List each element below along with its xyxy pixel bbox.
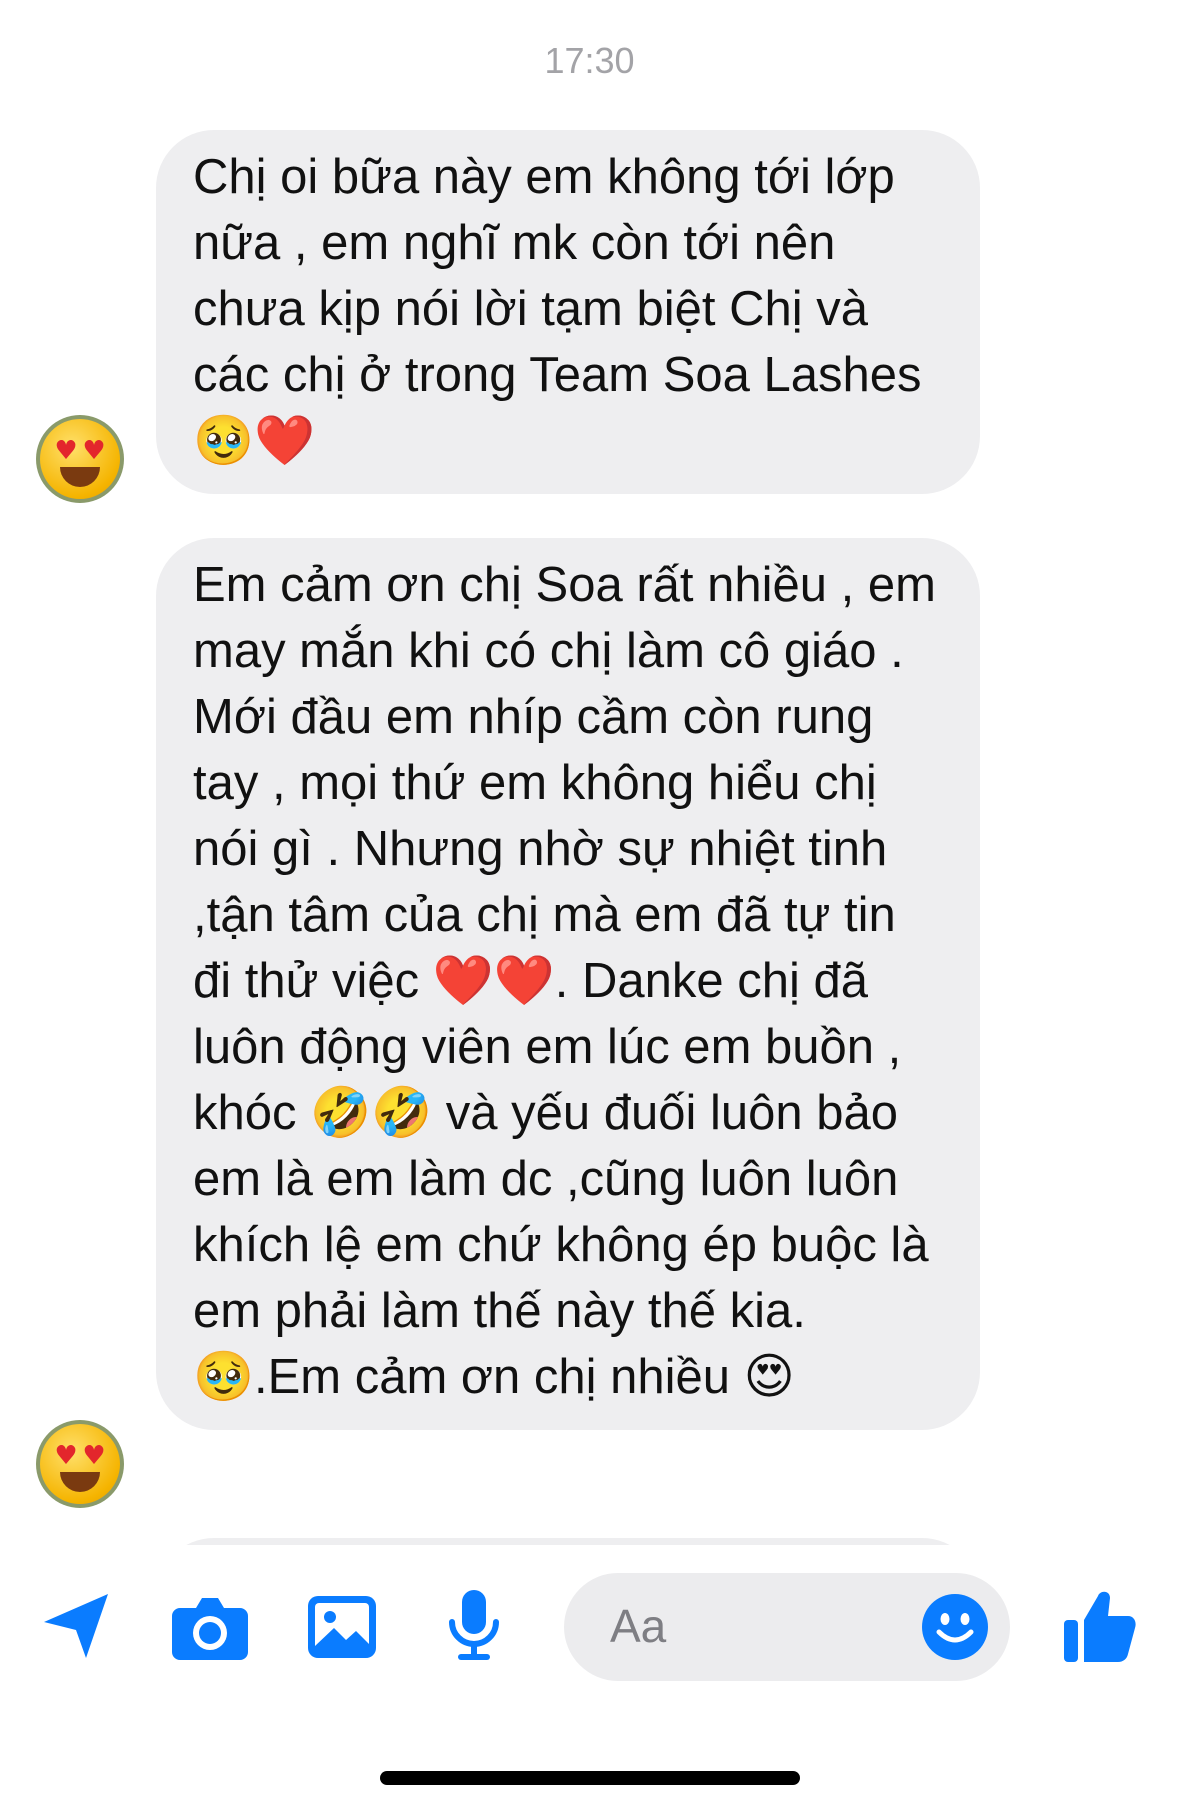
smile-icon[interactable]	[922, 1594, 988, 1660]
heart-eyes-face-icon: ♥ ♥	[40, 419, 120, 499]
home-indicator[interactable]	[380, 1771, 800, 1785]
microphone-icon[interactable]	[446, 1590, 502, 1662]
heart-eyes-face-icon: ♥ ♥	[40, 1424, 120, 1504]
camera-icon[interactable]	[172, 1594, 248, 1660]
message-text: Chị oi bữa này em không tới lớp nữa , em…	[193, 150, 936, 468]
timestamp: 17:30	[544, 40, 635, 81]
message-bubble[interactable]: Chị oi bữa này em không tới lớp nữa , em…	[156, 130, 980, 494]
thumbs-up-icon[interactable]	[1064, 1588, 1136, 1662]
paper-plane-icon[interactable]	[40, 1590, 112, 1662]
message-bubble[interactable]: Em cảm ơn chị Soa rất nhiều , em may mắn…	[156, 538, 980, 1430]
message-input-placeholder: Aa	[610, 1600, 667, 1652]
message-text: Em cảm ơn chị Soa rất nhiều , em may mắn…	[193, 558, 950, 1404]
image-icon[interactable]	[308, 1596, 376, 1658]
sender-avatar[interactable]: ♥ ♥	[36, 1420, 124, 1508]
sender-avatar[interactable]: ♥ ♥	[36, 415, 124, 503]
